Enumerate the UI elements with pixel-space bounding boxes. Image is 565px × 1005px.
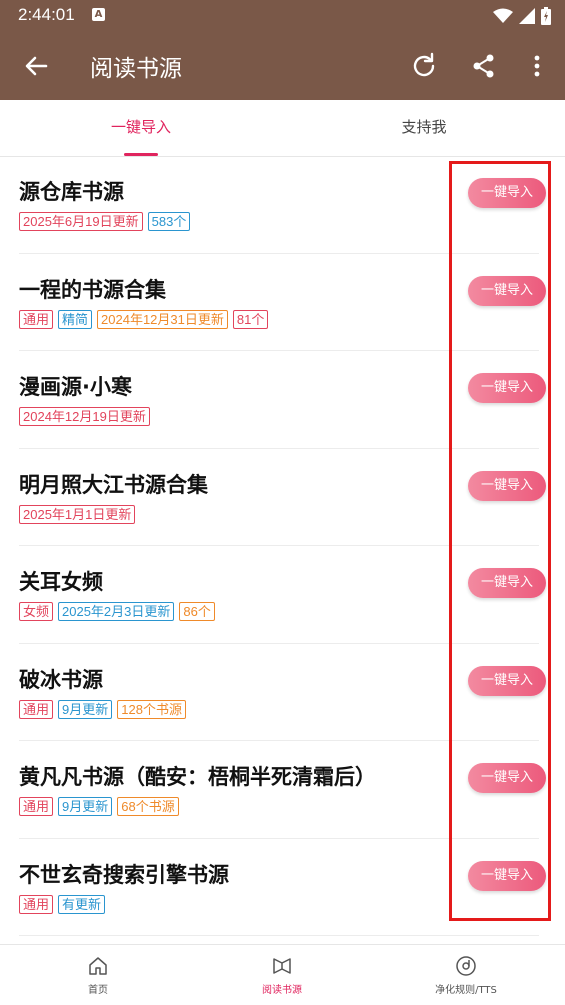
source-title: 漫画源·小寒	[19, 375, 132, 399]
status-bar: 2:44:01 A	[0, 0, 565, 32]
share-icon[interactable]	[468, 50, 500, 82]
wifi-icon	[493, 8, 513, 23]
status-time: 2:44:01	[18, 5, 75, 24]
tag-badge: 2025年2月3日更新	[58, 602, 175, 621]
more-vertical-icon[interactable]	[521, 50, 553, 82]
highlight-box	[449, 161, 551, 921]
tag-badge: 86个	[179, 602, 215, 621]
tag-row: 通用 有更新	[19, 894, 106, 914]
home-icon	[89, 957, 107, 975]
tag-row: 2025年1月1日更新	[19, 504, 136, 524]
tag-badge: 9月更新	[58, 797, 113, 816]
source-title: 明月照大江书源合集	[19, 472, 208, 497]
tag-badge: 2024年12月19日更新	[19, 407, 150, 426]
nav-item-book-source[interactable]: 阅读书源	[188, 945, 376, 1005]
disc-icon	[456, 956, 476, 976]
source-title: 黄凡凡书源（酷安：梧桐半死清霜后）	[19, 765, 376, 789]
nav-label-purify-tts: 净化规则/TTS	[435, 985, 497, 996]
notification-icon: A	[92, 8, 105, 21]
refresh-icon[interactable]	[408, 50, 440, 82]
tag-badge: 2024年12月31日更新	[97, 309, 228, 329]
signal-icon	[519, 8, 535, 24]
tag-row: 通用 9月更新 68个书源	[19, 797, 179, 816]
tag-row: 通用 9月更新 128个书源	[19, 699, 186, 719]
tag-badge: 有更新	[58, 894, 106, 914]
nav-label-book-source: 阅读书源	[262, 985, 302, 996]
tag-badge: 通用	[19, 894, 54, 914]
nav-label-home: 首页	[88, 985, 108, 996]
tab-support-me[interactable]: 支持我	[283, 100, 565, 156]
tab-one-click-import[interactable]: 一键导入	[0, 100, 282, 156]
tag-badge: 583个	[147, 212, 191, 231]
source-title: 一程的书源合集	[19, 277, 166, 302]
battery-icon	[541, 7, 551, 25]
tag-row: 2024年12月19日更新	[19, 407, 150, 426]
divider	[19, 935, 539, 936]
tag-badge: 81个	[232, 309, 269, 329]
tag-row: 通用 精简 2024年12月31日更新 81个	[19, 309, 269, 329]
tag-badge: 通用	[19, 797, 54, 816]
tag-badge: 通用	[19, 699, 54, 719]
tag-badge: 2025年1月1日更新	[19, 504, 136, 524]
tag-badge: 9月更新	[58, 699, 113, 719]
bottom-nav: 首页 阅读书源 净化规则/TTS	[0, 944, 565, 1005]
back-arrow-icon[interactable]	[20, 50, 52, 82]
book-source-icon	[273, 958, 291, 974]
tag-badge: 精简	[58, 309, 93, 329]
tag-row: 2025年6月19日更新 583个	[19, 212, 191, 231]
nav-item-home[interactable]: 首页	[4, 945, 192, 1005]
tag-badge: 68个书源	[117, 797, 179, 816]
tag-badge: 女频	[19, 602, 54, 621]
tab-bar: 一键导入 支持我	[0, 100, 565, 157]
tag-badge: 2025年6月19日更新	[19, 212, 143, 231]
source-title: 不世玄奇搜索引擎书源	[19, 862, 229, 887]
tag-row: 女频 2025年2月3日更新 86个	[19, 602, 215, 621]
tag-badge: 128个书源	[117, 699, 186, 719]
source-title: 破冰书源	[19, 667, 103, 692]
tag-badge: 通用	[19, 309, 54, 329]
nav-item-purify-tts[interactable]: 净化规则/TTS	[372, 945, 560, 1005]
page-title: 阅读书源	[90, 56, 182, 82]
status-indicators	[493, 6, 551, 26]
source-title: 关耳女频	[19, 570, 103, 594]
source-title: 源仓库书源	[19, 180, 124, 204]
app-bar: 阅读书源	[0, 32, 565, 100]
